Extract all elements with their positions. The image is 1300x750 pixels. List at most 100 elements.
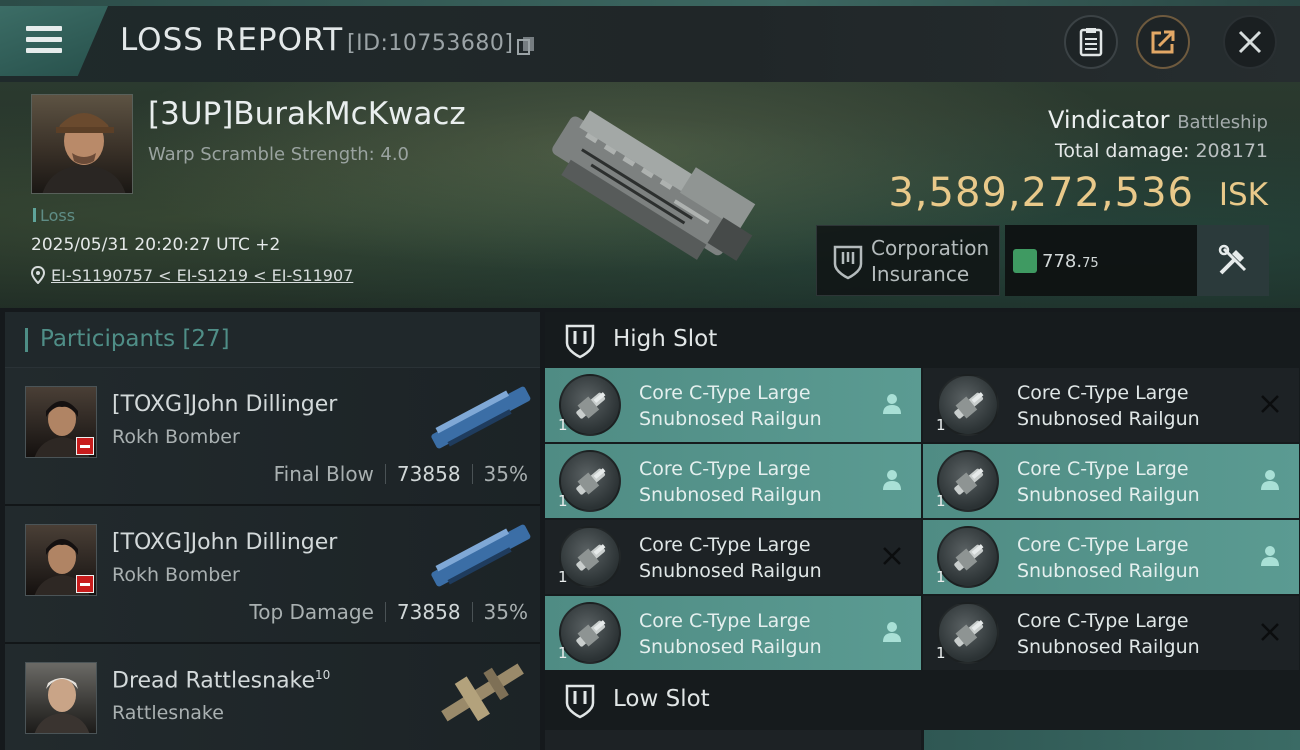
victim-banner: [3UP]BurakMcKwacz Warp Scramble Strength… xyxy=(0,82,1300,308)
module-quantity: 1 xyxy=(936,644,946,662)
low-slot-module[interactable] xyxy=(545,730,921,750)
module-quantity: 1 xyxy=(936,568,946,586)
participant-ship: Rokh Bomber xyxy=(112,426,240,448)
menu-button[interactable] xyxy=(0,6,108,76)
tools-icon xyxy=(1218,244,1247,274)
ship-thumbnail-icon xyxy=(441,663,524,722)
destroyed-item-icon xyxy=(883,547,901,565)
hostile-flag-icon xyxy=(76,437,94,455)
module-name: Core C-Type Large Snubnosed Railgun xyxy=(1017,458,1200,506)
railgun-icon xyxy=(559,374,621,436)
high-slot-module[interactable]: 1 Core C-Type Large Snubnosed Railgun xyxy=(545,368,921,442)
participant-name: [TOXG]John Dillinger xyxy=(112,530,338,555)
module-name: Core C-Type Large Snubnosed Railgun xyxy=(639,382,822,430)
high-slot-module[interactable]: 1 Core C-Type Large Snubnosed Railgun xyxy=(545,520,921,594)
isk-value: 3,589,272,536 xyxy=(888,170,1194,216)
participants-label: Participants xyxy=(40,326,176,352)
participant-stats: Final Blow 73858 35% xyxy=(273,462,528,486)
module-name: Core C-Type Large Snubnosed Railgun xyxy=(1017,534,1200,582)
clipboard-button[interactable] xyxy=(1064,15,1118,69)
isk-unit: ISK xyxy=(1218,177,1268,213)
module-quantity: 1 xyxy=(558,492,568,510)
top-bar: LOSS REPORT [ID:10753680] xyxy=(0,0,1300,82)
high-slot-module[interactable]: 1 Core C-Type Large Snubnosed Railgun xyxy=(923,444,1299,518)
pilot-avatar-icon xyxy=(42,113,126,193)
ship-thumbnail-icon xyxy=(431,524,531,587)
module-quantity: 1 xyxy=(558,416,568,434)
dropped-item-icon xyxy=(1261,470,1279,490)
participants-count: [27] xyxy=(182,326,230,352)
module-quantity: 1 xyxy=(558,644,568,662)
high-slot-module[interactable]: 1 Core C-Type Large Snubnosed Railgun xyxy=(545,596,921,670)
hostile-flag-icon xyxy=(76,575,94,593)
module-name: Core C-Type Large Snubnosed Railgun xyxy=(639,610,822,658)
railgun-icon xyxy=(559,602,621,664)
insurance-label-2: Insurance xyxy=(871,262,970,286)
location-link[interactable]: EI-S1190757 < EI-S1219 < EI-S11907 xyxy=(31,266,353,285)
high-slot-module[interactable]: 1 Core C-Type Large Snubnosed Railgun xyxy=(923,596,1299,670)
insurance-label: Corporation xyxy=(871,236,990,260)
destroyed-item-icon xyxy=(1261,395,1279,413)
high-slot-module[interactable]: 1 Core C-Type Large Snubnosed Railgun xyxy=(545,444,921,518)
participant-row[interactable]: [TOXG]John Dillinger Rokh Bomber Final B… xyxy=(5,368,540,506)
corporation-insurance[interactable]: Corporation Insurance xyxy=(816,225,1000,296)
share-button[interactable] xyxy=(1136,15,1190,69)
railgun-icon xyxy=(559,526,621,588)
module-name: Core C-Type Large Snubnosed Railgun xyxy=(1017,610,1200,658)
participant-stats: Top Damage 73858 35% xyxy=(249,600,528,624)
module-quantity: 1 xyxy=(936,416,946,434)
fitting-button[interactable] xyxy=(1197,225,1269,296)
warp-scramble-strength: Warp Scramble Strength: 4.0 xyxy=(148,144,410,165)
dropped-item-icon xyxy=(1261,546,1279,566)
destroyed-item-icon xyxy=(1261,623,1279,641)
victim-ship[interactable]: Vindicator Battleship xyxy=(1048,106,1268,134)
avatar xyxy=(25,386,97,458)
copy-icon[interactable] xyxy=(517,36,535,56)
dropped-item-icon xyxy=(883,470,901,490)
insurance-value-icon xyxy=(1013,249,1037,273)
hamburger-icon xyxy=(26,26,62,54)
insurance-shield-icon xyxy=(833,245,863,280)
railgun-icon xyxy=(559,450,621,512)
ship-render xyxy=(552,110,756,261)
share-icon xyxy=(1151,30,1175,54)
high-slot-module[interactable]: 1 Core C-Type Large Snubnosed Railgun xyxy=(923,520,1299,594)
participant-ship: Rokh Bomber xyxy=(112,564,240,586)
module-name: Core C-Type Large Snubnosed Railgun xyxy=(639,534,822,582)
ship-thumbnail-icon xyxy=(431,386,531,449)
module-name: Core C-Type Large Snubnosed Railgun xyxy=(639,458,822,506)
module-quantity: 1 xyxy=(936,492,946,510)
railgun-icon xyxy=(937,526,999,588)
low-slot-module[interactable] xyxy=(924,730,1300,750)
participants-header[interactable]: Participants [27] xyxy=(5,312,540,368)
participant-row[interactable]: Dread Rattlesnake10 Rattlesnake xyxy=(5,644,540,750)
participant-ship: Rattlesnake xyxy=(112,702,224,724)
kill-datetime: 2025/05/31 20:20:27 UTC +2 xyxy=(31,235,281,255)
victim-name[interactable]: [3UP]BurakMcKwacz xyxy=(148,96,466,132)
close-icon xyxy=(1238,30,1262,54)
insurance-value: 778.75 xyxy=(1005,225,1197,296)
railgun-icon xyxy=(937,602,999,664)
railgun-icon xyxy=(937,450,999,512)
report-id: [ID:10753680] xyxy=(347,31,514,56)
module-name: Core C-Type Large Snubnosed Railgun xyxy=(1017,382,1200,430)
high-slot-header: High Slot xyxy=(545,312,1300,368)
close-button[interactable] xyxy=(1223,15,1277,69)
victim-portrait[interactable] xyxy=(31,94,133,194)
low-slot-header: Low Slot xyxy=(545,672,1300,728)
participant-row[interactable]: [TOXG]John Dillinger Rokh Bomber Top Dam… xyxy=(5,506,540,644)
total-damage: Total damage: 208171 xyxy=(1055,140,1268,162)
railgun-icon xyxy=(937,374,999,436)
dropped-item-icon xyxy=(883,622,901,642)
page-title: LOSS REPORT xyxy=(120,22,344,58)
participants-panel: Participants [27] [TOXG]John Dillinger R… xyxy=(5,312,540,750)
avatar xyxy=(25,662,97,734)
avatar xyxy=(25,524,97,596)
location-pin-icon xyxy=(31,266,45,284)
high-slot-icon xyxy=(565,324,595,359)
participant-name: Dread Rattlesnake10 xyxy=(112,668,331,694)
loss-tag: Loss xyxy=(33,206,75,225)
high-slot-module[interactable]: 1 Core C-Type Large Snubnosed Railgun xyxy=(923,368,1299,442)
fitting-slots: High Slot 1 Core C-Type Large Snubnosed Ra… xyxy=(545,312,1300,750)
participant-name: [TOXG]John Dillinger xyxy=(112,392,338,417)
